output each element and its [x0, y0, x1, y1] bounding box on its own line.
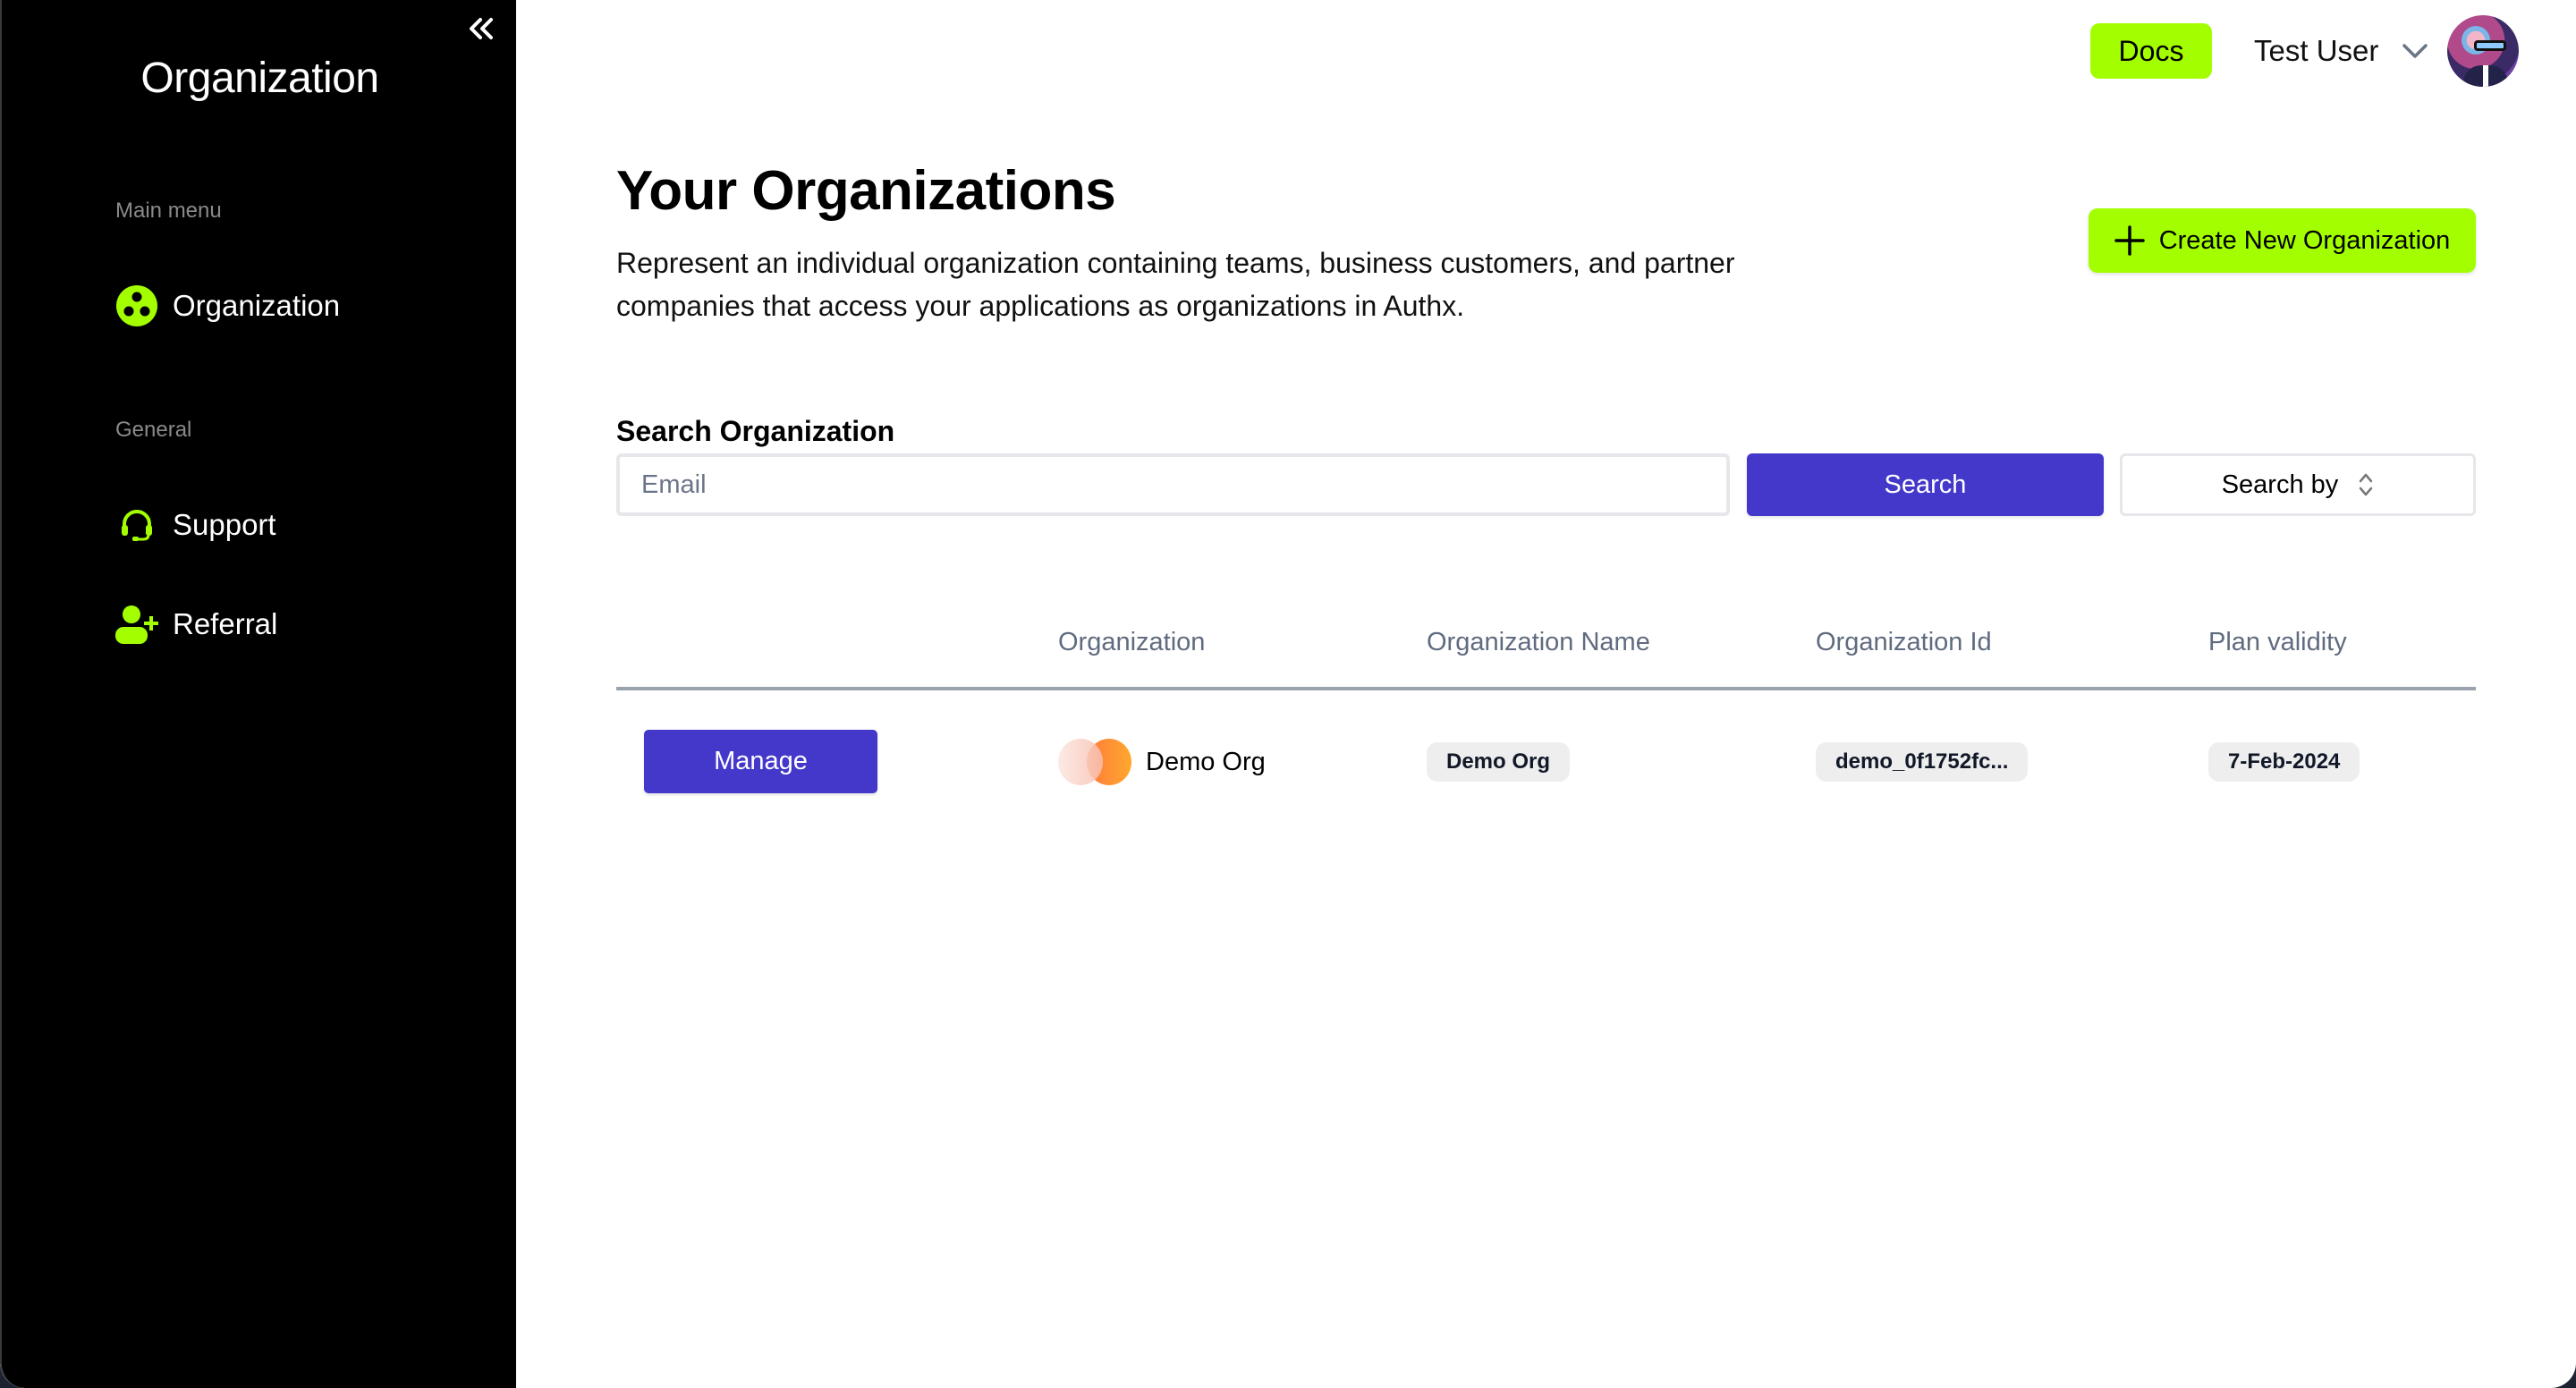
- user-plus-icon: [115, 603, 158, 646]
- user-menu[interactable]: Test User: [2254, 23, 2428, 79]
- avatar[interactable]: [2447, 15, 2519, 87]
- page-title: Your Organizations: [616, 160, 1116, 222]
- plan-validity-badge: 7-Feb-2024: [2208, 742, 2360, 782]
- organization-logo-icon: [1058, 739, 1131, 785]
- section-label-main-menu: Main menu: [115, 199, 222, 223]
- search-by-label: Search by: [2221, 470, 2339, 499]
- docs-button[interactable]: Docs: [2090, 23, 2212, 79]
- organization-icon: [115, 284, 158, 327]
- manage-button[interactable]: Manage: [644, 730, 877, 793]
- app-window: Organization Main menu Organization Gene…: [0, 0, 2576, 1388]
- column-header-organization: Organization: [1058, 628, 1206, 656]
- column-header-organization-name: Organization Name: [1427, 628, 1650, 656]
- page-description: Represent an individual organization con…: [616, 247, 1735, 322]
- sidebar: Organization Main menu Organization Gene…: [0, 0, 516, 1388]
- sidebar-item-referral[interactable]: Referral: [115, 602, 277, 647]
- avatar-figure-glasses: [2474, 40, 2506, 51]
- sidebar-item-label: Support: [173, 508, 276, 541]
- search-input[interactable]: [616, 453, 1730, 516]
- section-label-general: General: [115, 418, 192, 442]
- user-name: Test User: [2254, 34, 2379, 67]
- plus-icon: [2114, 225, 2145, 256]
- organization-cell: Demo Org: [1058, 730, 1266, 794]
- create-organization-button[interactable]: Create New Organization: [2089, 208, 2476, 273]
- create-organization-label: Create New Organization: [2158, 225, 2451, 255]
- double-chevron-left-icon: [470, 18, 493, 39]
- organization-name-badge: Demo Org: [1427, 742, 1571, 782]
- column-header-plan-validity: Plan validity: [2208, 628, 2347, 656]
- sidebar-item-support[interactable]: Support: [115, 503, 276, 547]
- collapse-sidebar-button[interactable]: [465, 13, 497, 45]
- search-button[interactable]: Search: [1747, 453, 2104, 516]
- search-label: Search Organization: [616, 415, 895, 447]
- table-row: Manage Demo Org Demo Org demo_0f1752fc..…: [616, 730, 2476, 794]
- column-header-organization-id: Organization Id: [1816, 628, 1992, 656]
- chevron-down-icon: [2402, 44, 2428, 58]
- table-header-divider: [616, 687, 2476, 690]
- search-by-select[interactable]: Search by: [2120, 453, 2476, 516]
- chevron-up-down-icon: [2360, 473, 2373, 496]
- sidebar-item-label: Referral: [173, 607, 278, 640]
- organization-id-badge: demo_0f1752fc...: [1816, 742, 2029, 782]
- avatar-figure-tie: [2483, 65, 2488, 87]
- sidebar-title: Organization: [140, 55, 379, 102]
- organization-name: Demo Org: [1146, 747, 1266, 776]
- headset-icon: [115, 504, 158, 546]
- sidebar-item-label: Organization: [173, 289, 341, 322]
- sidebar-item-organization[interactable]: Organization: [115, 284, 340, 328]
